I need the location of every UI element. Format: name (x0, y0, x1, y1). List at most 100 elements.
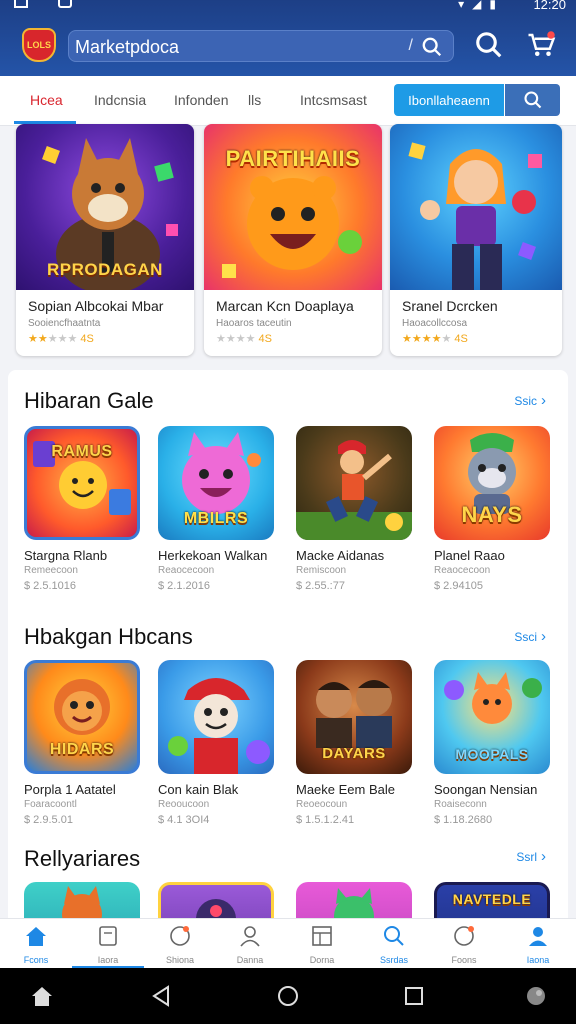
see-all-link[interactable]: Ssic › (514, 392, 546, 409)
app-icon (158, 660, 274, 774)
back-icon[interactable] (150, 984, 174, 1008)
app-icon-word: MOOPALS (455, 746, 529, 762)
featured-artwork: PAIRTIHAIIS (204, 124, 382, 290)
section-hbakgan-hbcans: Hbakgan Hbcans Ssci › HIDARS Porpla 1 Aat… (8, 606, 568, 836)
section-title: Hibaran Gale (24, 388, 154, 413)
app-tile[interactable]: NAYS Planel Raao Reaocecoon $ 2.94105 (434, 426, 552, 596)
app-header: ▾◢▮ 12:20 LOLS Marketpdoca / (0, 0, 576, 76)
search-input[interactable]: Marketpdoca / (68, 30, 454, 62)
see-all-label: Ssic (514, 394, 537, 408)
nav-item-danna[interactable]: Danna (220, 925, 280, 965)
nav-item-iaora[interactable]: Iaora (78, 925, 138, 965)
profile-icon (529, 927, 547, 946)
featured-card[interactable]: RPRODAGAN Sopian Albcokai Mbar Sooiencfh… (16, 124, 194, 356)
app-name: Porpla 1 Aatatel (24, 782, 116, 797)
rating-value: 4S (80, 333, 94, 345)
compass-icon (170, 926, 190, 946)
nav-label: Foons (451, 955, 477, 965)
app-developer: Foaracoontl (24, 799, 77, 810)
tab-intcsmsast[interactable]: Intcsmsast (300, 92, 367, 108)
nav-item-shiona[interactable]: Shiona (150, 925, 210, 965)
header-search-icon[interactable] (474, 30, 504, 60)
home-circle-icon[interactable] (276, 984, 300, 1008)
status-icons: ▾◢▮ (458, 0, 504, 11)
app-price: $ 2.5.1016 (24, 580, 76, 592)
app-icon-word: DAYARS (322, 745, 386, 762)
app-icon-word: HIDARS (49, 741, 115, 758)
nav-item-foons[interactable]: Foons (434, 925, 494, 965)
app-icon-word: MBILRS (183, 510, 249, 527)
app-tile[interactable] (24, 882, 142, 918)
section-hibaran-gale: Hibaran Gale Ssic › RAMUS Stargna Rlanb R… (8, 370, 568, 606)
see-all-link[interactable]: Ssrl › (516, 848, 546, 865)
nav-item-search[interactable]: Ssrdas (364, 925, 424, 965)
app-tile[interactable]: RAMUS Stargna Rlanb Remeecoon $ 2.5.1016 (24, 426, 142, 596)
app-developer: Remeecoon (24, 565, 78, 576)
app-price: $ 2.94105 (434, 580, 483, 592)
section-title: Rellyariares (24, 846, 141, 871)
rating-stars: ★★★★ 4S (216, 333, 272, 345)
green-creature-art (334, 888, 374, 918)
app-price: $ 4.1 3OI4 (158, 814, 210, 826)
search-icon[interactable] (421, 36, 443, 58)
app-icon: DAYARS (296, 660, 412, 774)
search-input-text: Marketpdoca (75, 37, 180, 57)
chevron-right-icon: › (541, 392, 546, 409)
app-icon-word: RAMUS (51, 443, 113, 460)
tab-indonesia[interactable]: Indcnsia (94, 92, 146, 108)
cta-button[interactable]: Ibonllaheaenn (394, 84, 504, 116)
app-tile[interactable]: MBILRS Herkekoan Walkan Reaocecoon $ 2.1… (158, 426, 276, 596)
fox-art (62, 886, 102, 918)
recents-icon[interactable] (402, 984, 426, 1008)
cap-kid-art (168, 678, 270, 774)
app-tile[interactable]: Macke Aidanas Remiscoon $ 2.55.:77 (296, 426, 414, 596)
nav-label: Fcons (23, 955, 49, 965)
app-developer: Reooucoon (158, 799, 210, 810)
featured-card[interactable]: PAIRTIHAIIS Marcan Kcn Doaplaya Haoaros … (204, 124, 382, 356)
search-icon (523, 91, 541, 109)
see-all-label: Ssrl (516, 850, 537, 864)
nav-item-dorna[interactable]: Dorna (292, 925, 352, 965)
rating-stars: ★★★★★ 4S (28, 333, 94, 345)
app-price: $ 2.55.:77 (296, 580, 345, 592)
featured-card[interactable]: Sranel Dcrcken Haoacollccosa ★★★★★ 4S (390, 124, 562, 356)
app-tile[interactable]: HIDARS Porpla 1 Aatatel Foaracoontl $ 2.… (24, 660, 142, 830)
app-icon: RAMUS (24, 426, 140, 540)
system-navigation-bar (0, 968, 576, 1024)
status-time: 12:20 (533, 0, 566, 12)
featured-title: Sopian Albcokai Mbar (28, 298, 164, 314)
nav-item-home[interactable]: Fcons (6, 925, 66, 965)
featured-title: Sranel Dcrcken (402, 298, 498, 314)
tab-lls[interactable]: lls (248, 92, 261, 108)
app-tile[interactable] (296, 882, 414, 918)
tab-home[interactable]: Hcea (30, 92, 63, 108)
app-icon: MOOPALS (434, 660, 550, 774)
nav-label: Shiona (165, 955, 195, 965)
cart-icon[interactable] (526, 30, 556, 60)
app-developer: Reaocecoon (434, 565, 491, 576)
app-tile[interactable]: Con kain Blak Reooucoon $ 4.1 3OI4 (158, 660, 276, 830)
assistant-icon[interactable] (524, 984, 548, 1008)
home-icon (26, 927, 46, 946)
app-name: Maeke Eem Bale (296, 782, 395, 797)
home-icon[interactable] (30, 984, 54, 1008)
app-logo[interactable]: LOLS (22, 28, 56, 62)
cta-search-button[interactable] (505, 84, 560, 116)
app-tile[interactable]: MOOPALS Soongan Nensian Roaiseconn $ 1.1… (434, 660, 552, 830)
app-tile[interactable]: NAVTEDLE (434, 882, 552, 918)
app-name: Stargna Rlanb (24, 548, 108, 563)
tab-infonden[interactable]: Infonden (174, 92, 229, 108)
app-icon: NAVTEDLE (434, 882, 550, 918)
app-tile[interactable] (158, 882, 276, 918)
app-icon: HIDARS (24, 660, 140, 774)
rating-value: 4S (258, 333, 272, 345)
status-bar: ▾◢▮ 12:20 (0, 0, 576, 14)
app-name: Soongan Nensian (434, 782, 538, 797)
app-tile[interactable]: DAYARS Maeke Eem Bale Reoeocoun $ 1.5.1.… (296, 660, 414, 830)
featured-subtitle: Sooiencfhaatnta (28, 318, 101, 329)
app-icon: MBILRS (158, 426, 274, 540)
featured-artwork (390, 124, 562, 290)
nav-item-profile[interactable]: Iaona (508, 925, 568, 965)
see-all-link[interactable]: Ssci › (514, 628, 546, 645)
app-developer: Roaiseconn (434, 799, 487, 810)
